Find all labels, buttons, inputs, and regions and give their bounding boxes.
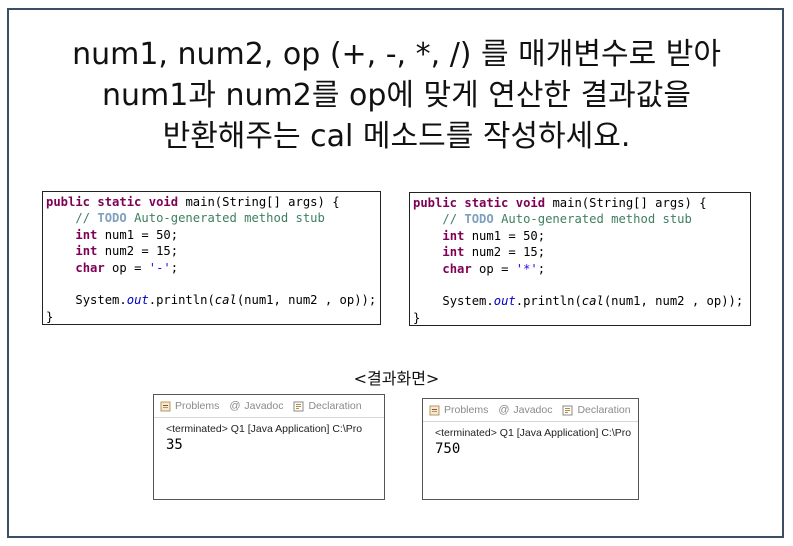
cal-args: (num1, num2 , op)); [603, 294, 744, 309]
tab-problems-label: Problems [175, 400, 220, 412]
cal-call: cal [214, 293, 237, 308]
closing-brace: } [46, 309, 54, 324]
comment-text: Auto-generated method stub [493, 212, 692, 227]
method-signature: main(String[] args) { [545, 196, 707, 210]
keyword-public: public [46, 195, 91, 209]
tab-javadoc[interactable]: @ Javadoc [229, 400, 283, 412]
console-status: <terminated> Q1 [Java Application] C:\Pr… [166, 423, 363, 435]
keyword-int: int [442, 245, 465, 260]
keyword-static: static [97, 195, 142, 209]
print-out-field: out [493, 294, 516, 309]
at-sign-icon: @ [229, 399, 241, 412]
heading-line-3: 반환해주는 cal 메소드를 작성하세요. [162, 119, 631, 154]
print-out-field: out [126, 293, 149, 308]
num2-declaration: num2 = 15; [97, 244, 179, 259]
tab-declaration-label: Declaration [577, 404, 631, 416]
print-system: System. [75, 293, 127, 308]
method-signature: main(String[] args) { [178, 195, 340, 209]
problems-icon [429, 405, 440, 415]
tab-javadoc[interactable]: @ Javadoc [498, 404, 552, 416]
console-tabs: Problems @ Javadoc Declaration [154, 395, 384, 418]
task-heading: num1, num2, op (+, -, *, /) 를 매개변수로 받아 n… [0, 34, 793, 157]
console-panel-1: Problems @ Javadoc Declaration <terminat… [153, 394, 385, 500]
declaration-icon [293, 401, 304, 411]
console-output: 750 [435, 441, 461, 457]
num1-declaration: num1 = 50; [97, 227, 179, 242]
op-literal: '*' [515, 261, 538, 276]
cal-call: cal [581, 294, 604, 309]
tab-declaration[interactable]: Declaration [293, 400, 362, 412]
tab-problems-label: Problems [444, 404, 489, 416]
keyword-int: int [75, 244, 98, 259]
tab-javadoc-label: Javadoc [513, 404, 553, 416]
cal-args: (num1, num2 , op)); [236, 293, 377, 308]
keyword-int: int [75, 227, 98, 242]
console-tabs: Problems @ Javadoc Declaration [423, 399, 638, 422]
num2-declaration: num2 = 15; [464, 245, 546, 260]
tab-javadoc-label: Javadoc [244, 400, 284, 412]
comment-prefix: // [75, 211, 98, 226]
heading-line-1: num1, num2, op (+, -, *, /) 를 매개변수로 받아 [72, 37, 721, 72]
console-output: 35 [166, 437, 183, 453]
comment-text: Auto-generated method stub [126, 211, 325, 226]
op-declaration: op = [104, 260, 149, 275]
print-system: System. [442, 294, 494, 309]
code-sample-minus: public static void main(String[] args) {… [42, 191, 381, 325]
tab-problems[interactable]: Problems [160, 400, 219, 412]
comment-todo: TODO [464, 212, 494, 227]
tab-declaration[interactable]: Declaration [562, 404, 631, 416]
code-sample-multiply: public static void main(String[] args) {… [409, 192, 751, 326]
declaration-icon [562, 405, 573, 415]
op-literal: '-' [148, 260, 171, 275]
keyword-char: char [75, 260, 105, 275]
result-screen-label: <결과화면> [353, 369, 440, 388]
tab-declaration-label: Declaration [308, 400, 362, 412]
keyword-char: char [442, 261, 472, 276]
heading-line-2: num1과 num2를 op에 맞게 연산한 결과값을 [102, 78, 691, 113]
comment-todo: TODO [97, 211, 127, 226]
keyword-void: void [515, 196, 546, 210]
keyword-public: public [413, 196, 458, 210]
print-println: .println( [148, 293, 215, 308]
console-panel-2: Problems @ Javadoc Declaration <terminat… [422, 398, 639, 500]
keyword-static: static [464, 196, 509, 210]
num1-declaration: num1 = 50; [464, 228, 546, 243]
keyword-int: int [442, 228, 465, 243]
closing-brace: } [413, 310, 421, 325]
keyword-void: void [148, 195, 179, 209]
problems-icon [160, 401, 171, 411]
at-sign-icon: @ [498, 403, 510, 416]
tab-problems[interactable]: Problems [429, 404, 488, 416]
console-status: <terminated> Q1 [Java Application] C:\Pr… [435, 427, 632, 439]
comment-prefix: // [442, 212, 465, 227]
op-declaration: op = [471, 261, 516, 276]
print-println: .println( [515, 294, 582, 309]
